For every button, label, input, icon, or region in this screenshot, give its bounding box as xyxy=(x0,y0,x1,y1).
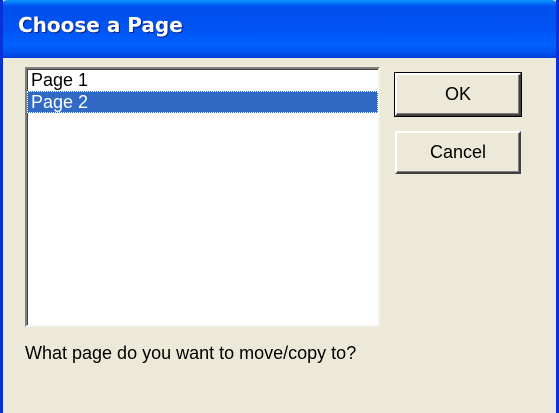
list-item-label: Page 2 xyxy=(31,92,89,112)
list-item-page-1[interactable]: Page 1 xyxy=(27,69,378,91)
title-bar[interactable]: Choose a Page xyxy=(3,0,556,58)
dialog-title: Choose a Page xyxy=(18,13,183,37)
cancel-button[interactable]: Cancel xyxy=(395,131,521,174)
pages-listbox[interactable]: Page 1 Page 2 xyxy=(25,67,380,327)
ok-button[interactable]: OK xyxy=(394,72,522,117)
list-item-page-2[interactable]: Page 2 xyxy=(27,91,378,113)
choose-page-dialog: Choose a Page Page 1 Page 2 OK Cancel Wh… xyxy=(0,0,559,413)
prompt-label: What page do you want to move/copy to? xyxy=(25,343,357,363)
list-item-label: Page 1 xyxy=(31,70,89,90)
